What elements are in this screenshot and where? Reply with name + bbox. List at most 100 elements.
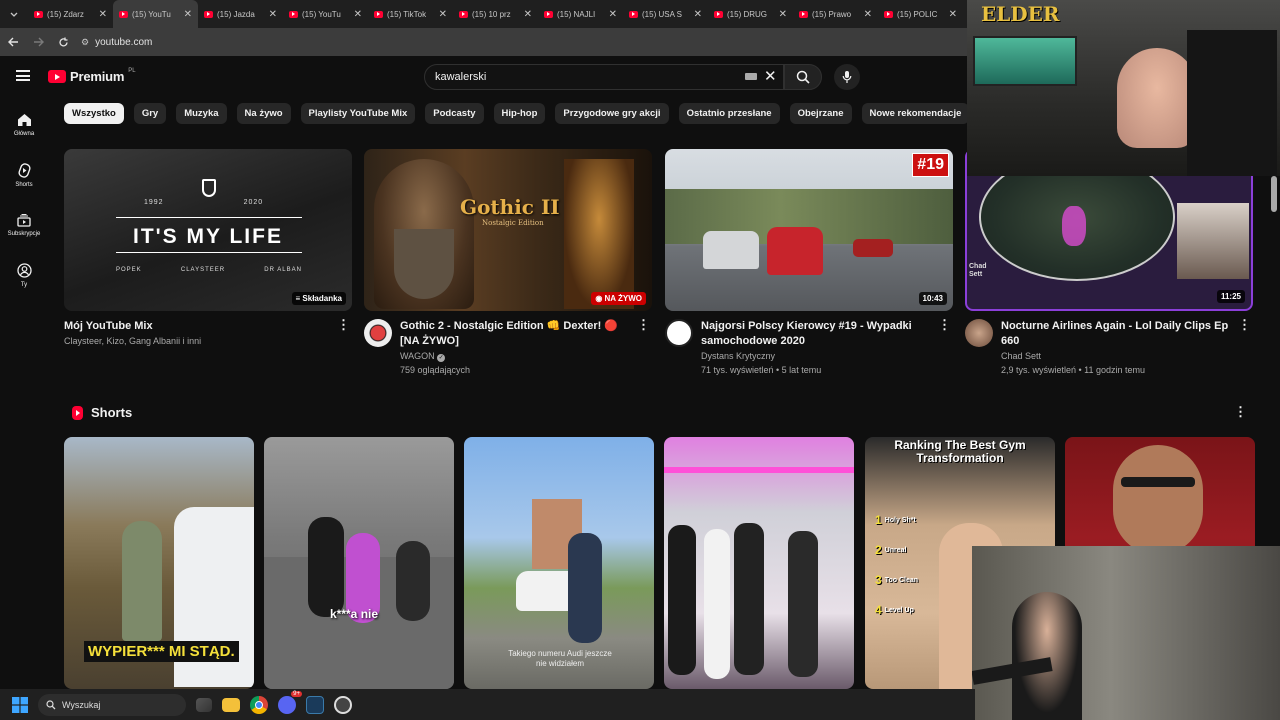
short-card[interactable]: WYPIER*** MI STĄD. [64,437,254,689]
browser-tab[interactable]: (15) Prawo ✕ [793,0,878,28]
account-icon [16,262,32,278]
close-tab-icon[interactable]: ✕ [779,9,787,20]
back-icon[interactable] [8,37,19,47]
filter-chip[interactable]: Na żywo [236,103,291,124]
browser-tab[interactable]: (15) DRUG ✕ [708,0,793,28]
task-view-icon[interactable] [196,697,212,712]
channel-avatar[interactable] [965,319,993,347]
search-box[interactable] [424,64,784,90]
site-info-icon[interactable]: ⚙ [81,37,89,48]
youtube-premium-logo[interactable]: Premium PL [48,68,136,84]
close-tab-icon[interactable]: ✕ [354,9,362,20]
filter-chip[interactable]: Obejrzane [789,103,852,124]
mix-badge: ≡ Składanka [291,292,346,305]
search-button[interactable] [784,64,822,90]
tab-title: (15) YouTu [132,9,171,19]
video-card[interactable]: Gothic II Nostalgic Edition ◉ NA ŻYWO Go… [364,149,652,377]
close-tab-icon[interactable]: ✕ [949,9,957,20]
browser-tab[interactable]: (15) NAJLI ✕ [538,0,623,28]
short-card[interactable]: Takiego numeru Audi jeszcze nie widziałe… [464,437,654,689]
channel-avatar[interactable] [364,319,392,347]
video-card[interactable]: Chad Sett 11:25 Nocturne Airlines Again … [965,149,1253,377]
video-title[interactable]: Mój YouTube Mix [64,319,332,334]
close-tab-icon[interactable]: ✕ [99,9,107,20]
youtube-favicon-icon [884,10,893,18]
video-thumbnail[interactable]: Gothic II Nostalgic Edition ◉ NA ŻYWO [364,149,652,311]
video-thumbnail[interactable]: #19 10:43 [665,149,953,311]
filter-chip[interactable]: Hip-hop [493,103,546,124]
close-tab-icon[interactable]: ✕ [184,9,192,20]
filter-chip[interactable]: Ostatnio przesłane [678,103,780,124]
windows-start-icon[interactable] [12,696,28,713]
sidebar-item-shorts[interactable]: Shorts [0,150,48,200]
filter-chip[interactable]: Gry [133,103,167,124]
more-options-icon[interactable]: ⋮ [938,318,951,331]
close-tab-icon[interactable]: ✕ [439,9,447,20]
page-scrollbar[interactable] [1271,176,1277,212]
filter-chip[interactable]: Przygodowe gry akcji [555,103,669,124]
short-card[interactable]: k***a nie [264,437,454,689]
video-title[interactable]: Nocturne Airlines Again - Lol Daily Clip… [1001,319,1233,349]
video-title[interactable]: Najgorsi Polscy Kierowcy #19 - Wypadki s… [701,319,933,349]
rank-item: 4 Level Up [875,603,918,617]
channel-name[interactable]: Dystans Krytyczny [701,349,933,363]
discord-icon[interactable]: 9+ [278,690,302,714]
more-options-icon[interactable]: ⋮ [637,318,650,331]
sidebar-item-subscriptions[interactable]: Subskrypcje [0,200,48,250]
close-tab-icon[interactable]: ✕ [269,9,277,20]
channel-name[interactable]: WAGON ✓ [400,349,632,363]
more-options-icon[interactable]: ⋮ [337,318,350,331]
video-card[interactable]: #19 10:43 Najgorsi Polscy Kierowcy #19 -… [665,149,953,377]
app-icon[interactable] [306,695,324,714]
tab-title: (15) Jazda [217,9,255,19]
thumb-year-end: 2020 [243,199,264,206]
voice-search-button[interactable] [834,64,860,90]
close-tab-icon[interactable]: ✕ [524,9,532,20]
video-card[interactable]: 1992 2020 IT'S MY LIFE POPEK CLAYSTEER D… [64,149,352,348]
filter-chip[interactable]: Nowe rekomendacje [861,103,970,124]
channel-name[interactable]: Claysteer, Kizo, Gang Albanii i inni [64,334,332,348]
channel-name[interactable]: Chad Sett [1001,349,1233,363]
taskbar-search[interactable]: Wyszukaj [38,693,186,716]
shorts-more-options-icon[interactable]: ⋮ [1234,404,1247,420]
rank-item: 3 Too Clean [875,573,918,587]
browser-tab[interactable]: (15) Zdarz ✕ [28,0,113,28]
browser-tab[interactable]: (15) POLIC ✕ [878,0,963,28]
filter-chip[interactable]: Muzyka [176,103,227,124]
search-input[interactable] [435,71,735,83]
browser-tab[interactable]: (15) TikTok ✕ [368,0,453,28]
file-explorer-icon[interactable] [222,697,240,712]
browser-tab[interactable]: (15) USA S ✕ [623,0,708,28]
filter-chip[interactable]: Playlisty YouTube Mix [300,103,416,124]
tab-search-button[interactable] [0,0,28,28]
video-thumbnail[interactable]: 1992 2020 IT'S MY LIFE POPEK CLAYSTEER D… [64,149,352,311]
browser-tab[interactable]: (15) Jazda ✕ [198,0,283,28]
forward-icon[interactable] [33,37,44,47]
filter-chip[interactable]: Podcasty [425,103,484,124]
close-tab-icon[interactable]: ✕ [864,9,872,20]
youtube-favicon-icon [119,10,128,18]
close-tab-icon[interactable]: ✕ [694,9,702,20]
channel-avatar[interactable] [665,319,693,347]
omnibox[interactable]: ⚙ youtube.com [81,37,152,48]
browser-tab[interactable]: (15) 10 prz ✕ [453,0,538,28]
sidebar-item-label: Subskrypcje [7,230,41,237]
browser-tab[interactable]: (15) YouTu ✕ [113,0,198,28]
short-card[interactable] [664,437,854,689]
rank-number: 4 [875,603,882,617]
close-tab-icon[interactable]: ✕ [609,9,617,20]
chrome-icon[interactable] [250,695,268,714]
search-icon [46,699,56,709]
reload-icon[interactable] [58,37,69,48]
sidebar-item-you[interactable]: Ty [0,250,48,300]
menu-icon[interactable] [16,70,30,81]
obs-icon[interactable] [334,695,352,714]
video-stats: 2,9 tys. wyświetleń • 11 godzin temu [1001,365,1146,375]
browser-tab[interactable]: (15) YouTu ✕ [283,0,368,28]
keyboard-icon[interactable] [745,73,757,80]
clear-search-icon[interactable]: ✕ [764,67,777,85]
filter-chip[interactable]: Wszystko [64,103,124,124]
sidebar-item-home[interactable]: Główna [0,100,48,150]
more-options-icon[interactable]: ⋮ [1238,318,1251,331]
video-title[interactable]: Gothic 2 - Nostalgic Edition 👊 Dexter! 🔴… [400,319,632,349]
